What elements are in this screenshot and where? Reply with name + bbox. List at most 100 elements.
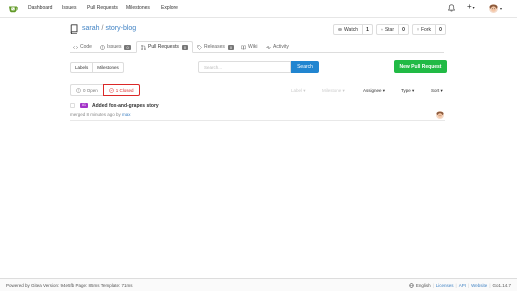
milestones-button[interactable]: Milestones [93, 63, 123, 72]
fork-label: Fork [421, 26, 431, 33]
new-pull-request-button[interactable]: New Pull Request [394, 60, 447, 73]
user-avatar[interactable] [489, 4, 498, 13]
type-filter-dropdown[interactable]: Type ▾ [401, 88, 414, 94]
footer: Powered by Gitea Version: 94e5fb Page: 8… [0, 278, 517, 291]
eye-icon [338, 28, 343, 31]
chevron-down-icon: ▾ [342, 88, 345, 93]
assignee-avatar[interactable] [436, 111, 444, 119]
go-version: Go1.14.7 [492, 283, 511, 288]
nav-issues[interactable]: Issues [62, 5, 76, 11]
star-icon [381, 28, 383, 31]
select-checkbox[interactable] [70, 103, 75, 108]
footer-divider: | [489, 283, 491, 288]
fork-count[interactable]: 0 [436, 25, 445, 34]
closed-filter-button[interactable]: 1 Closed [102, 84, 140, 96]
tab-issues-count: 0 [124, 44, 131, 50]
labels-milestones-group: Labels Milestones [70, 62, 124, 73]
star-count[interactable]: 0 [399, 25, 408, 34]
watch-button[interactable]: Watch [334, 25, 363, 34]
tab-wiki[interactable]: Wiki [241, 41, 257, 53]
assignee-filter-label: Assignee [363, 88, 382, 93]
tab-activity-label: Activity [273, 44, 289, 50]
tab-pull-requests-label: Pull Requests [148, 44, 179, 50]
pr-author-link[interactable]: max [122, 112, 131, 117]
chevron-down-icon: ▾ [412, 88, 415, 93]
top-navbar: Dashboard Issues Pull Requests Milestone… [0, 0, 517, 18]
watch-count[interactable]: 1 [363, 25, 372, 34]
tab-pull-requests[interactable]: Pull Requests 0 [136, 41, 193, 53]
tag-icon [197, 44, 202, 50]
nav-explore[interactable]: Explore [161, 5, 178, 11]
search-input[interactable]: Search... [198, 61, 291, 73]
chevron-down-icon: ▾ [382, 88, 386, 93]
pr-title-link[interactable]: Added fox-and-grapes story [92, 103, 159, 109]
footer-links: English | Licenses | API | Website | Go1… [409, 283, 511, 288]
state-toggle-group: 0 Open 1 Closed [70, 84, 140, 96]
tab-releases[interactable]: Releases 0 [197, 41, 235, 53]
chevron-down-icon: ▾ [440, 88, 443, 93]
chevron-down-icon[interactable]: ▾ [500, 6, 502, 11]
gitea-logo-icon[interactable] [8, 4, 18, 14]
repo-icon [70, 24, 78, 34]
fork-button-group: Fork 0 [412, 24, 446, 35]
repo-title: sarah / story-blog [82, 25, 136, 32]
open-issue-icon [76, 87, 81, 93]
footer-divider: | [467, 283, 470, 288]
star-label: Star [384, 26, 394, 33]
open-filter-button[interactable]: 0 Open [70, 84, 103, 96]
nav-pull-requests[interactable]: Pull Requests [87, 5, 118, 11]
tab-issues-label: Issues [107, 44, 122, 50]
website-link[interactable]: Website [471, 283, 487, 288]
code-icon [73, 45, 78, 49]
watch-button-group: Watch 1 [333, 24, 373, 35]
footer-divider: | [432, 283, 434, 288]
assignee-filter-dropdown[interactable]: Assignee ▾ [363, 88, 385, 94]
tab-code-label: Code [80, 44, 92, 50]
nav-milestones[interactable]: Milestones [126, 5, 150, 11]
repo-tabs: Code Issues 0 Pull Requests 0 Releases 0… [70, 41, 444, 53]
star-button[interactable]: Star [377, 25, 399, 34]
label-filter-label: Label [291, 88, 303, 93]
repo-owner-link[interactable]: sarah [82, 25, 100, 32]
language-selector[interactable]: English [416, 283, 431, 288]
watch-label: Watch [344, 26, 358, 33]
pull-request-icon [141, 44, 146, 50]
pr-meta: merged 8 minutes ago by max [70, 112, 131, 117]
milestone-filter-dropdown[interactable]: Milestone ▾ [322, 88, 345, 94]
footer-divider: | [455, 283, 457, 288]
issue-icon [100, 44, 105, 50]
api-link[interactable]: API [459, 283, 466, 288]
closed-filter-label: 1 Closed [115, 87, 134, 93]
milestone-filter-label: Milestone [322, 88, 342, 93]
repo-separator: / [101, 25, 104, 32]
tab-pull-requests-count: 0 [181, 44, 189, 50]
labels-button[interactable]: Labels [71, 63, 94, 72]
repo-name-link[interactable]: story-blog [105, 25, 136, 32]
licenses-link[interactable]: Licenses [436, 283, 454, 288]
tab-releases-count: 0 [227, 44, 235, 50]
fork-button[interactable]: Fork [413, 25, 436, 34]
label-filter-dropdown[interactable]: Label ▾ [291, 88, 306, 94]
tab-releases-label: Releases [204, 44, 225, 50]
book-icon [241, 45, 246, 49]
search-button[interactable]: Search [291, 61, 319, 73]
closed-issue-icon [109, 87, 114, 93]
pr-number-badge: #1 [80, 103, 88, 108]
tab-activity[interactable]: Activity [266, 41, 289, 53]
open-filter-label: 0 Open [83, 87, 98, 93]
tab-issues[interactable]: Issues 0 [100, 41, 131, 53]
globe-icon [409, 283, 414, 288]
pulse-icon [266, 44, 271, 50]
footer-powered-by: Powered by Gitea Version: 94e5fb Page: 8… [6, 283, 133, 288]
bell-icon[interactable] [448, 4, 455, 12]
nav-dashboard[interactable]: Dashboard [28, 5, 52, 11]
tab-wiki-label: Wiki [248, 44, 258, 50]
list-item: #1 Added fox-and-grapes story merged 8 m… [70, 101, 445, 121]
sort-dropdown[interactable]: Sort ▾ [431, 88, 443, 94]
create-new-dropdown[interactable]: +▾ [467, 3, 475, 12]
fork-icon [417, 28, 419, 31]
chevron-down-icon: ▾ [303, 88, 306, 93]
sort-label: Sort [431, 88, 440, 93]
pr-merged-text: merged 8 minutes ago by [70, 112, 121, 117]
tab-code[interactable]: Code [73, 41, 92, 53]
